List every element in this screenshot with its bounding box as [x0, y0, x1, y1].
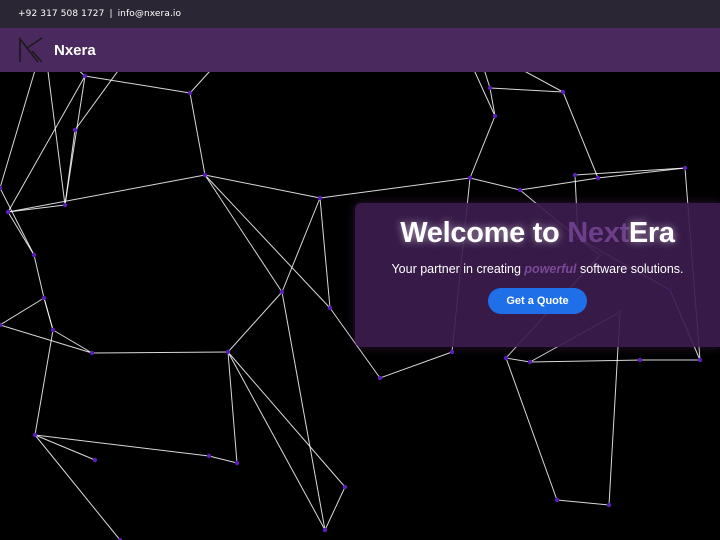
- network-line: [490, 88, 495, 116]
- network-line: [205, 175, 320, 198]
- network-node: [555, 498, 559, 502]
- network-line: [563, 92, 598, 178]
- network-line: [85, 76, 190, 93]
- network-line: [380, 352, 452, 378]
- hero-subtitle-part1: Your partner in creating: [391, 262, 524, 276]
- network-line: [320, 198, 330, 308]
- network-node: [698, 358, 702, 362]
- network-line: [0, 325, 92, 353]
- network-node: [573, 173, 577, 177]
- network-line: [190, 93, 205, 175]
- network-line: [0, 298, 44, 325]
- network-node: [450, 350, 454, 354]
- nx-logo-icon[interactable]: [18, 36, 44, 64]
- navbar: Nxera: [0, 28, 720, 72]
- hero-title-accent: Next: [567, 217, 629, 249]
- hero-card: Welcome to NextEra Your partner in creat…: [355, 203, 720, 347]
- network-line: [557, 500, 609, 505]
- contact-separator: |: [109, 9, 112, 19]
- network-line: [228, 352, 345, 487]
- network-line: [205, 175, 330, 308]
- network-node: [6, 210, 10, 214]
- network-line: [325, 487, 345, 530]
- hero-title: Welcome to NextEra: [355, 217, 720, 250]
- network-node: [468, 176, 472, 180]
- network-line: [228, 352, 237, 463]
- network-line: [8, 212, 34, 255]
- network-node: [343, 485, 347, 489]
- network-node: [203, 173, 207, 177]
- hero-subtitle: Your partner in creating powerful softwa…: [355, 262, 720, 276]
- hero-subtitle-accent: powerful: [524, 262, 576, 276]
- network-node: [63, 203, 67, 207]
- network-node: [73, 128, 77, 132]
- network-line: [228, 352, 325, 530]
- network-line: [520, 178, 598, 190]
- network-node: [90, 351, 94, 355]
- network-line: [35, 435, 120, 540]
- network-node: [683, 166, 687, 170]
- network-node: [328, 306, 332, 310]
- network-node: [488, 86, 492, 90]
- hero-title-part2: Era: [629, 217, 675, 249]
- email-address[interactable]: info@nxera.io: [118, 9, 182, 19]
- network-line: [228, 292, 282, 352]
- network-line: [34, 255, 44, 298]
- network-line: [490, 88, 563, 92]
- contact-info: +92 317 508 1727 | info@nxera.io: [18, 9, 181, 19]
- network-line: [53, 330, 92, 353]
- network-line: [530, 360, 640, 362]
- network-node: [607, 503, 611, 507]
- phone-number[interactable]: +92 317 508 1727: [18, 9, 104, 19]
- network-node: [378, 376, 382, 380]
- hero-subtitle-part2: software solutions.: [577, 262, 684, 276]
- network-line: [92, 352, 228, 353]
- network-node: [561, 90, 565, 94]
- network-line: [209, 456, 237, 463]
- network-line: [8, 205, 65, 212]
- network-node: [638, 358, 642, 362]
- network-node: [323, 528, 327, 532]
- network-node: [318, 196, 322, 200]
- brand-name[interactable]: Nxera: [54, 42, 96, 59]
- network-line: [470, 116, 495, 178]
- network-node: [51, 328, 55, 332]
- network-line: [470, 178, 520, 190]
- network-node: [518, 188, 522, 192]
- network-line: [8, 175, 205, 212]
- top-contact-bar: +92 317 508 1727 | info@nxera.io: [0, 0, 720, 28]
- network-line: [44, 298, 53, 330]
- network-node: [0, 186, 2, 190]
- network-line: [35, 330, 53, 435]
- network-line: [0, 188, 34, 255]
- network-node: [493, 114, 497, 118]
- network-node: [188, 91, 192, 95]
- network-node: [504, 356, 508, 360]
- network-node: [596, 176, 600, 180]
- network-node: [280, 290, 284, 294]
- network-line: [320, 178, 470, 198]
- network-node: [226, 350, 230, 354]
- network-line: [65, 130, 75, 205]
- network-node: [93, 458, 97, 462]
- network-node: [83, 74, 87, 78]
- hero-title-part1: Welcome to: [400, 217, 567, 249]
- network-node: [42, 296, 46, 300]
- network-line: [506, 358, 557, 500]
- network-line: [506, 358, 530, 362]
- network-node: [528, 360, 532, 364]
- network-node: [235, 461, 239, 465]
- get-a-quote-button[interactable]: Get a Quote: [488, 288, 586, 314]
- network-line: [205, 175, 282, 292]
- network-node: [33, 433, 37, 437]
- network-line: [282, 292, 325, 530]
- network-line: [282, 198, 320, 292]
- network-node: [207, 454, 211, 458]
- network-node: [32, 253, 36, 257]
